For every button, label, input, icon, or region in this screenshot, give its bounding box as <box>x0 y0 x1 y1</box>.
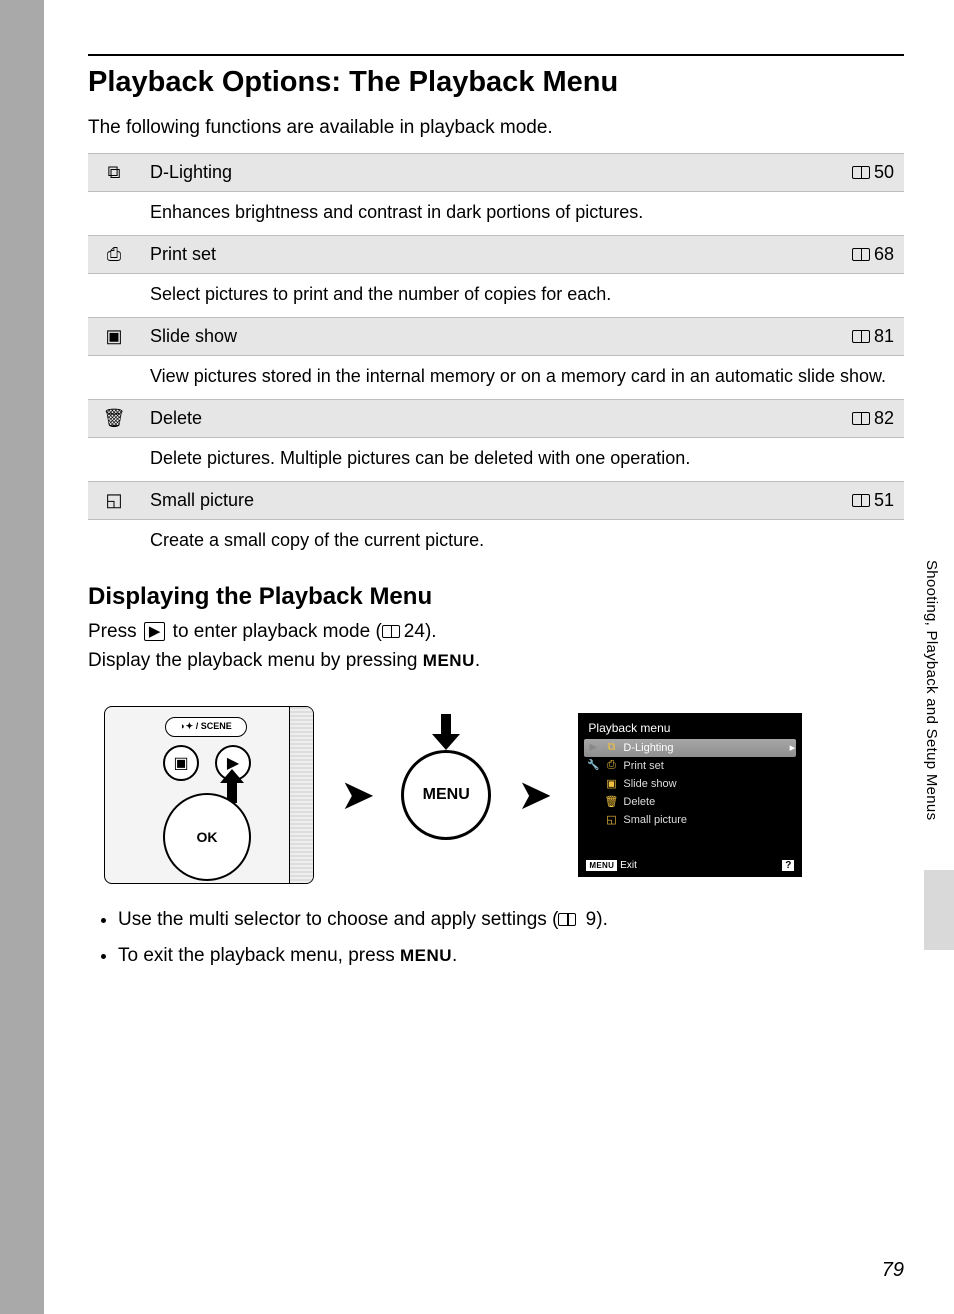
option-name: D-Lighting <box>140 154 822 192</box>
option-icon: ⎙ <box>88 236 140 274</box>
book-icon <box>382 625 400 638</box>
option-header-row: 🗑Delete82 <box>88 400 904 438</box>
arrow-right-icon: ➤ <box>517 770 552 819</box>
option-page: 82 <box>822 400 904 438</box>
side-label: Shooting, Playback and Setup Menus <box>923 560 940 820</box>
option-name: Delete <box>140 400 822 438</box>
option-desc-row: Delete pictures. Multiple pictures can b… <box>88 438 904 482</box>
option-desc: Enhances brightness and contrast in dark… <box>140 192 904 236</box>
menu-button-illustration: MENU <box>401 750 491 840</box>
option-desc: View pictures stored in the internal mem… <box>140 356 904 400</box>
scene-dial-label: ◗✦ / SCENE <box>165 717 247 737</box>
option-page: 51 <box>822 482 904 520</box>
page-title: Playback Options: The Playback Menu <box>88 66 904 99</box>
diagram: ◗✦ / SCENE ▣ ▶ OK ➤ MENU ➤ Playback menu… <box>104 706 904 884</box>
book-icon <box>852 248 870 261</box>
intro-text: The following functions are available in… <box>88 117 904 139</box>
option-header-row: ⧉D-Lighting50 <box>88 154 904 192</box>
book-icon <box>558 913 576 926</box>
option-desc-row: Select pictures to print and the number … <box>88 274 904 318</box>
bullet-list: Use the multi selector to choose and app… <box>118 904 904 973</box>
camera-illustration: ◗✦ / SCENE ▣ ▶ OK <box>104 706 314 884</box>
book-icon <box>852 330 870 343</box>
screen-menu-item: 🗑Delete <box>584 793 796 811</box>
bullet-item: To exit the playback menu, press MENU. <box>118 940 904 972</box>
book-icon <box>852 412 870 425</box>
option-name: Print set <box>140 236 822 274</box>
option-header-row: ◱Small picture51 <box>88 482 904 520</box>
option-page: 50 <box>822 154 904 192</box>
menu-label: MENU <box>423 651 475 670</box>
book-icon <box>852 166 870 179</box>
instruction-line-2: Display the playback menu by pressing ME… <box>88 646 904 675</box>
option-page: 81 <box>822 318 904 356</box>
option-header-row: ⎙Print set68 <box>88 236 904 274</box>
option-name: Slide show <box>140 318 822 356</box>
bullet-item: Use the multi selector to choose and app… <box>118 904 904 936</box>
option-desc: Delete pictures. Multiple pictures can b… <box>140 438 904 482</box>
help-icon: ? <box>782 860 794 871</box>
option-name: Small picture <box>140 482 822 520</box>
option-icon: ◱ <box>88 482 140 520</box>
option-desc-row: View pictures stored in the internal mem… <box>88 356 904 400</box>
ok-button: OK <box>163 793 251 881</box>
playback-icon: ▶ <box>144 622 166 641</box>
option-page: 68 <box>822 236 904 274</box>
book-icon <box>852 494 870 507</box>
screen-menu-item: ◱Small picture <box>584 811 796 829</box>
option-icon: 🗑 <box>88 400 140 438</box>
option-desc: Select pictures to print and the number … <box>140 274 904 318</box>
screen-exit: MENUExit <box>586 860 636 871</box>
option-icon: ▣ <box>88 318 140 356</box>
down-arrow-icon <box>432 714 460 750</box>
page-number: 79 <box>882 1259 904 1282</box>
arrow-right-icon: ➤ <box>340 770 375 819</box>
lcd-screen: Playback menu ▶⧉D-Lighting▸🔧⎙Print set▣S… <box>578 713 802 877</box>
screen-menu-title: Playback menu <box>584 721 796 735</box>
option-icon: ⧉ <box>88 154 140 192</box>
option-header-row: ▣Slide show81 <box>88 318 904 356</box>
subheading: Displaying the Playback Menu <box>88 583 904 611</box>
option-desc-row: Enhances brightness and contrast in dark… <box>88 192 904 236</box>
side-tab <box>924 870 954 950</box>
options-table: ⧉D-Lighting50Enhances brightness and con… <box>88 153 904 563</box>
camera-mode-icon: ▣ <box>163 745 199 781</box>
screen-menu-item: ▣Slide show <box>584 775 796 793</box>
screen-menu-item: ▶⧉D-Lighting▸ <box>584 739 796 757</box>
instruction-line-1: Press ▶ to enter playback mode (24). <box>88 617 904 646</box>
option-desc: Create a small copy of the current pictu… <box>140 520 904 564</box>
screen-menu-item: 🔧⎙Print set <box>584 757 796 775</box>
option-desc-row: Create a small copy of the current pictu… <box>88 520 904 564</box>
